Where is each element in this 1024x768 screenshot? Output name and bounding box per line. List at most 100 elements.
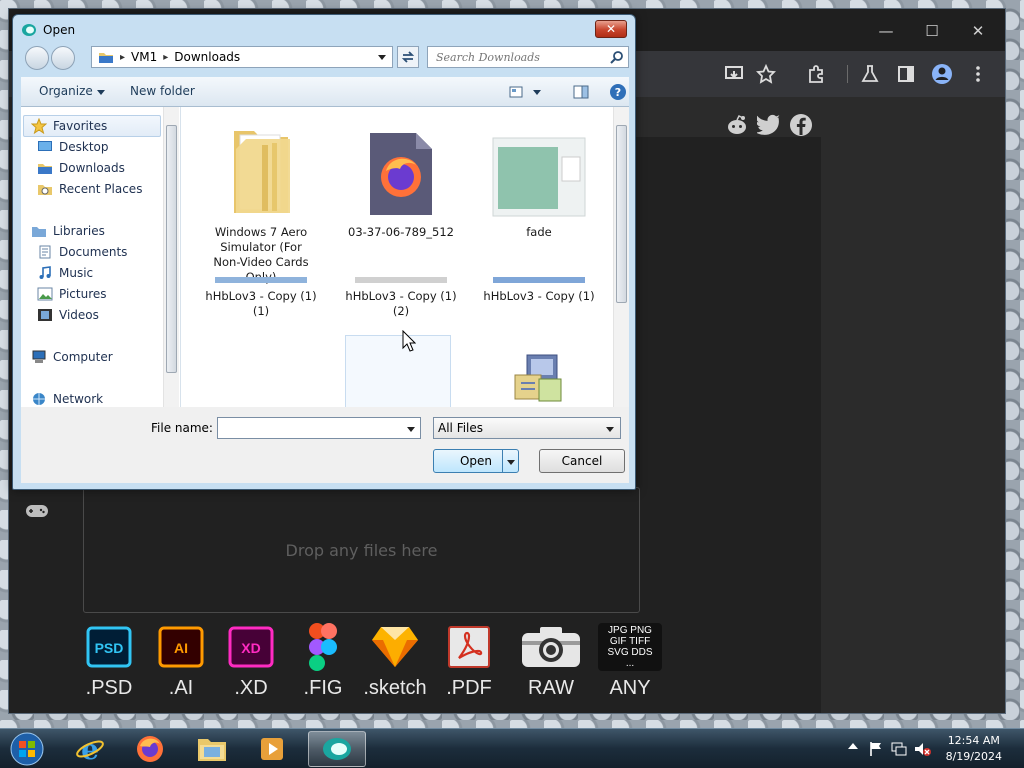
file-list-scrollbar-thumb[interactable]: [616, 125, 627, 303]
organize-menu[interactable]: Organize: [39, 84, 105, 98]
refresh-button[interactable]: [397, 46, 419, 68]
preview-pane-icon[interactable]: [573, 84, 589, 100]
documents-icon: [39, 245, 51, 259]
nav-favorites[interactable]: Favorites: [31, 116, 107, 136]
new-folder-button[interactable]: New folder: [130, 84, 195, 98]
media-player-icon: [261, 738, 283, 760]
breadcrumb-vm1[interactable]: VM1: [131, 50, 157, 64]
taskbar: e 12:54 AM 8/19/2024: [0, 728, 1024, 768]
taskbar-file-explorer[interactable]: [186, 731, 238, 767]
open-button[interactable]: Open: [433, 449, 519, 473]
firefox-document-icon: [370, 133, 432, 215]
side-panel-icon[interactable]: [895, 63, 917, 85]
taskbar-firefox[interactable]: [124, 731, 176, 767]
nav-recent-places[interactable]: Recent Places: [37, 179, 142, 199]
bookmark-star-icon[interactable]: [755, 63, 777, 85]
file-type-value: All Files: [438, 421, 484, 435]
file-item[interactable]: hHbLov3 - Copy (1) (2): [345, 277, 457, 319]
more-menu-icon[interactable]: [967, 63, 989, 85]
address-bar[interactable]: ▸ VM1 ▸ Downloads: [91, 46, 393, 68]
nav-scrollbar[interactable]: [163, 107, 179, 407]
nav-pictures[interactable]: Pictures: [37, 284, 107, 304]
supported-formats: PSD .PSD AI .AI XD .XD .FIG .sketch .PDF…: [69, 621, 669, 701]
show-hidden-icons[interactable]: [848, 743, 858, 749]
maximize-button[interactable]: ☐: [917, 19, 947, 43]
pictures-icon: [37, 287, 53, 301]
forward-button[interactable]: [51, 46, 75, 70]
file-item[interactable]: fade: [483, 117, 595, 240]
taskbar-media-player[interactable]: [246, 731, 298, 767]
command-bar: Organize New folder ?: [21, 77, 629, 107]
address-dropdown-icon[interactable]: [378, 55, 386, 60]
image-thumbnail-icon: [215, 277, 307, 283]
format-any: JPG PNG GIF TIFF SVG DDS ... ANY: [590, 621, 670, 700]
file-drop-zone[interactable]: Drop any files here: [83, 487, 640, 613]
file-list-scrollbar[interactable]: [613, 107, 629, 407]
psd-icon: PSD: [86, 626, 132, 668]
format-raw: RAW: [511, 621, 591, 700]
file-item[interactable]: Windows 7 Aero Simulator (For Non-Video …: [205, 117, 317, 285]
format-label: .FIG: [303, 677, 343, 699]
drop-zone-text: Drop any files here: [285, 540, 438, 560]
nav-computer[interactable]: Computer: [31, 347, 113, 367]
downloads-folder-icon: [38, 164, 52, 174]
file-item[interactable]: hHbLov3 - Copy (1) (1): [205, 277, 317, 319]
internet-explorer-icon: e: [76, 734, 104, 764]
file-item[interactable]: [483, 335, 595, 407]
file-name-input[interactable]: [218, 418, 400, 438]
file-item[interactable]: hHbLov3 - Copy (1): [483, 277, 595, 304]
nav-documents[interactable]: Documents: [37, 242, 127, 262]
format-pdf: .PDF: [429, 621, 509, 700]
open-file-dialog: Open ✕ ▸ VM1 ▸ Downloads Organize New fo…: [12, 14, 636, 490]
extensions-icon[interactable]: [805, 63, 827, 85]
search-input[interactable]: [428, 47, 608, 67]
start-button[interactable]: [2, 731, 52, 767]
back-button[interactable]: [25, 46, 49, 70]
nav-videos[interactable]: Videos: [37, 305, 99, 325]
dialog-titlebar: Open: [21, 21, 75, 39]
mouse-cursor-icon: [402, 330, 416, 352]
file-type-dropdown-icon: [606, 427, 614, 432]
action-center-flag-icon[interactable]: [868, 741, 884, 757]
format-xd: XD .XD: [211, 621, 291, 700]
nav-downloads[interactable]: Downloads: [37, 158, 125, 178]
facebook-icon[interactable]: [789, 113, 813, 137]
search-icon[interactable]: [610, 50, 624, 64]
cancel-button[interactable]: Cancel: [539, 449, 625, 473]
help-icon[interactable]: ?: [609, 83, 627, 101]
dialog-close-button[interactable]: ✕: [595, 20, 627, 38]
nav-desktop[interactable]: Desktop: [37, 137, 109, 157]
file-name: fade: [526, 225, 552, 239]
videos-icon: [38, 309, 52, 321]
twitter-icon[interactable]: [757, 114, 781, 136]
change-view-icon[interactable]: [509, 85, 525, 99]
open-split-dropdown[interactable]: [502, 450, 518, 472]
file-name-combobox: [217, 417, 421, 439]
file-name-dropdown-icon[interactable]: [407, 427, 415, 432]
refresh-icon: [401, 51, 415, 63]
view-options-dropdown-icon[interactable]: [533, 90, 541, 95]
volume-muted-icon[interactable]: [914, 741, 932, 757]
file-list: Windows 7 Aero Simulator (For Non-Video …: [183, 107, 613, 407]
install-app-icon[interactable]: [723, 63, 745, 85]
file-name: 03-37-06-789_512: [348, 225, 454, 239]
close-window-button[interactable]: ✕: [963, 19, 993, 43]
breadcrumb-downloads[interactable]: Downloads: [174, 50, 240, 64]
image-thumbnail-icon: [355, 277, 447, 283]
nav-network[interactable]: Network: [31, 389, 103, 407]
labs-flask-icon[interactable]: [859, 63, 881, 85]
nav-scrollbar-thumb[interactable]: [166, 125, 177, 373]
reddit-icon[interactable]: [725, 113, 749, 137]
nav-music[interactable]: Music: [37, 263, 93, 283]
file-item[interactable]: 03-37-06-789_512: [345, 117, 457, 240]
taskbar-active-app[interactable]: [308, 731, 366, 767]
nav-libraries[interactable]: Libraries: [31, 221, 105, 241]
profile-avatar-icon[interactable]: [931, 63, 953, 85]
minimize-button[interactable]: —: [871, 19, 901, 43]
file-type-select[interactable]: All Files: [433, 417, 621, 439]
system-clock[interactable]: 12:54 AM 8/19/2024: [946, 733, 1002, 765]
taskbar-internet-explorer[interactable]: e: [64, 731, 116, 767]
network-status-icon[interactable]: [890, 741, 908, 757]
file-item-hovered[interactable]: [345, 335, 451, 407]
svg-text:?: ?: [615, 86, 621, 99]
